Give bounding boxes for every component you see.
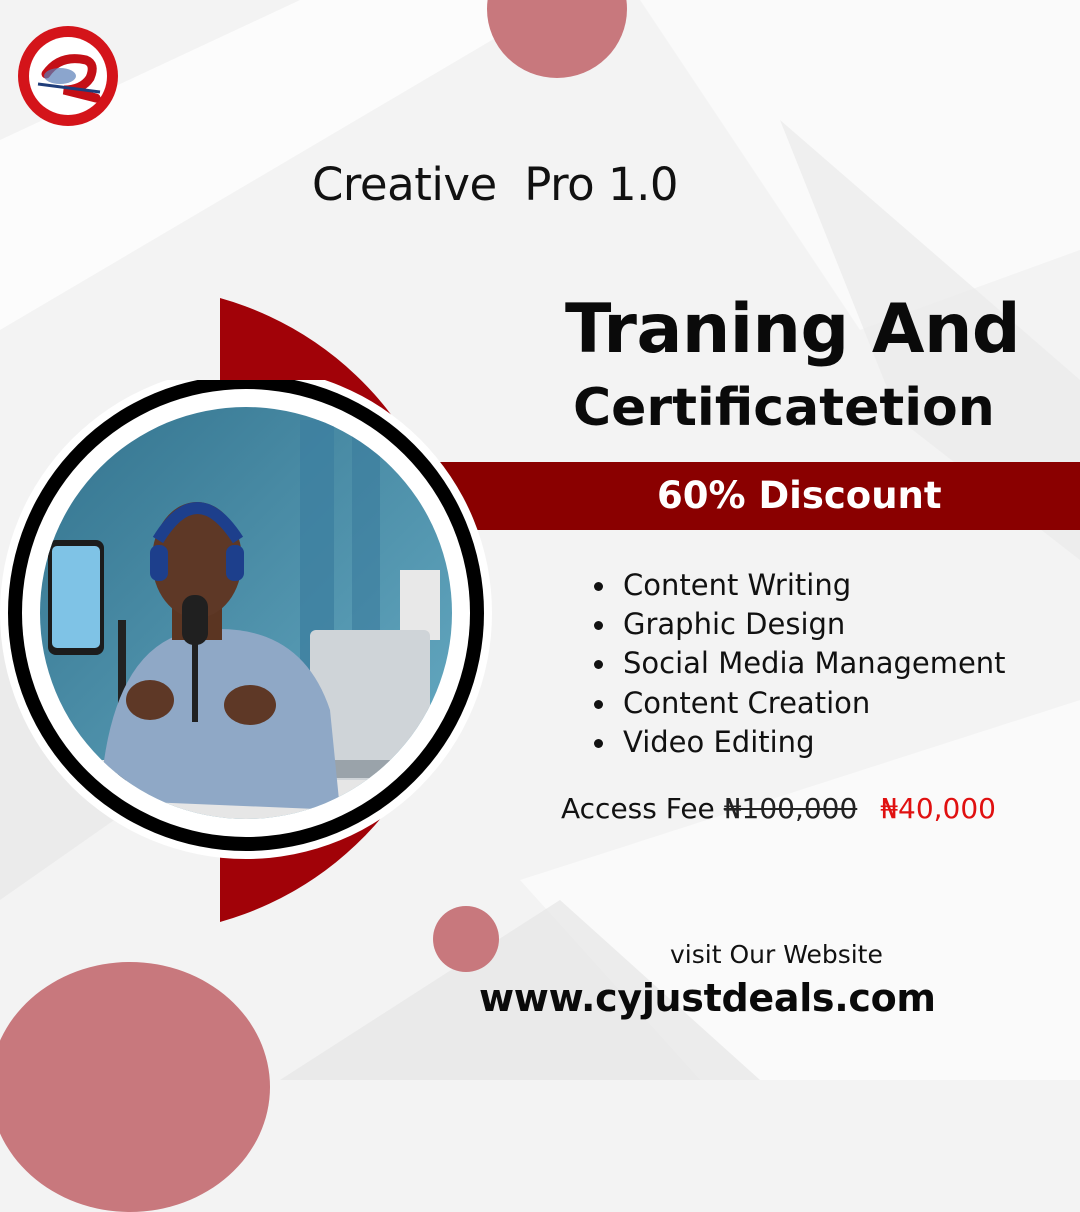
feature-item: Social Media Management — [589, 644, 1006, 683]
discount-label: 60% Discount — [657, 474, 942, 517]
access-fee-label: Access Fee — [561, 792, 715, 825]
brand-logo[interactable] — [16, 24, 120, 128]
website-link[interactable]: www.cyjustdeals.com — [479, 976, 936, 1020]
course-title: Creative Pro 1.0 — [312, 158, 679, 211]
access-fee: Access Fee ₦100,000 ₦40,000 — [561, 792, 996, 825]
website-prompt: visit Our Website — [670, 940, 883, 969]
feature-item: Content Writing — [589, 566, 1006, 605]
feature-item: Graphic Design — [589, 605, 1006, 644]
feature-list: Content Writing Graphic Design Social Me… — [589, 566, 1006, 762]
feature-item: Content Creation — [589, 684, 1006, 723]
presenter-photo-icon — [0, 380, 492, 859]
headline-line-1: Traning And — [565, 290, 1021, 369]
feature-item: Video Editing — [589, 723, 1006, 762]
old-price: ₦100,000 — [723, 792, 858, 825]
headline-line-2: Certificatetion — [573, 378, 995, 438]
cyjust-logo-icon — [18, 26, 118, 126]
new-price: ₦40,000 — [880, 792, 996, 825]
